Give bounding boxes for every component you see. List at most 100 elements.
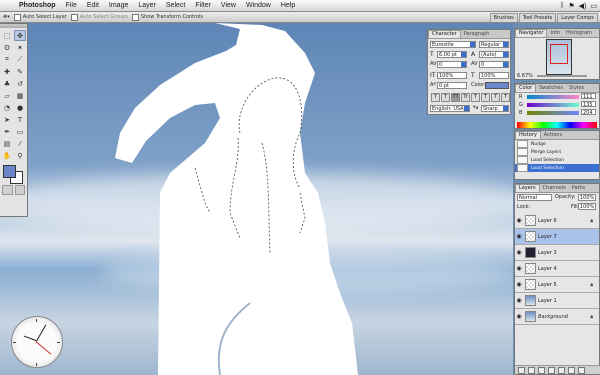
subscript-button[interactable]: T — [481, 93, 490, 102]
layer-row[interactable]: ◉ Layer 1 — [515, 293, 599, 309]
tab-navigator[interactable]: Navigator — [515, 29, 548, 37]
lasso-tool-icon[interactable]: ʘ — [1, 42, 13, 53]
history-state-current[interactable]: Load Selection — [515, 164, 599, 172]
faux-bold-button[interactable]: T — [431, 93, 440, 102]
hand-tool-icon[interactable]: ✋ — [1, 150, 13, 161]
clone-stamp-tool-icon[interactable]: ♣ — [1, 78, 13, 89]
type-tool-icon[interactable]: T — [14, 114, 26, 125]
superscript-button[interactable]: T — [471, 93, 480, 102]
fill-field[interactable]: 100% — [578, 203, 596, 210]
well-brushes[interactable]: Brushes — [489, 12, 518, 22]
flag-icon[interactable]: ⚑ — [568, 2, 574, 10]
blend-mode-select[interactable]: Normal — [517, 194, 552, 201]
leading-field[interactable]: (Auto) — [479, 51, 509, 58]
layer-row[interactable]: ◉ Layer 5 🔒︎ — [515, 277, 599, 293]
history-state[interactable]: Load Selection — [515, 156, 599, 164]
anti-alias-select[interactable]: Sharp — [481, 105, 509, 112]
layer-row[interactable]: ◉ Layer 6 🔒︎ — [515, 213, 599, 229]
volume-icon[interactable]: ◀) — [579, 2, 587, 10]
zoom-tool-icon[interactable]: ⚲ — [14, 150, 26, 161]
underline-button[interactable]: T — [491, 93, 500, 102]
tab-color[interactable]: Color — [515, 84, 537, 92]
eye-icon[interactable]: ◉ — [515, 281, 523, 288]
tab-paths[interactable]: Paths — [569, 185, 589, 192]
vertical-scale-field[interactable]: 100% — [437, 72, 467, 79]
history-brush-source-box[interactable] — [517, 148, 528, 156]
menu-edit[interactable]: Edit — [82, 2, 104, 9]
show-transform-checkbox[interactable] — [131, 13, 139, 21]
layer-row[interactable]: ◉ Layer 3 — [515, 245, 599, 261]
menu-layer[interactable]: Layer — [133, 2, 161, 9]
tab-paragraph[interactable]: Paragraph — [461, 31, 493, 38]
tab-character[interactable]: Character — [428, 30, 461, 38]
tab-histogram[interactable]: Histogram — [563, 30, 595, 37]
red-slider[interactable] — [527, 95, 579, 99]
text-color-swatch[interactable] — [485, 82, 509, 89]
layer-style-icon[interactable] — [528, 366, 535, 374]
menu-help[interactable]: Help — [276, 2, 300, 9]
tab-styles[interactable]: Styles — [566, 85, 587, 92]
layer-row-selected[interactable]: ◉ Layer 7 — [515, 229, 599, 245]
faux-italic-button[interactable]: T — [441, 93, 450, 102]
shape-tool-icon[interactable]: ▭ — [14, 126, 26, 137]
tab-actions[interactable]: Actions — [541, 132, 565, 139]
bluetooth-icon[interactable]: ᛒ — [560, 2, 564, 9]
kerning-field[interactable]: 0 — [437, 61, 467, 68]
move-tool-preset-icon[interactable]: ✥▾ — [3, 14, 10, 20]
navigator-view-box[interactable] — [550, 44, 568, 64]
path-selection-tool-icon[interactable]: ➤ — [1, 114, 13, 125]
layer-row[interactable]: ◉ Layer 4 — [515, 261, 599, 277]
link-layers-icon[interactable] — [518, 366, 525, 374]
foreground-color-swatch[interactable] — [3, 165, 16, 178]
tab-swatches[interactable]: Swatches — [536, 85, 566, 92]
horizontal-scale-field[interactable]: 100% — [479, 72, 509, 79]
menu-filter[interactable]: Filter — [190, 2, 216, 9]
eye-icon[interactable]: ◉ — [515, 249, 523, 256]
font-style-select[interactable]: Regular — [479, 41, 509, 48]
history-brush-source-box[interactable] — [517, 164, 528, 172]
trash-icon[interactable] — [578, 366, 585, 374]
marquee-tool-icon[interactable]: ⬚ — [1, 30, 13, 41]
brush-tool-icon[interactable]: ✎ — [14, 66, 26, 77]
red-value[interactable]: 111 — [581, 93, 596, 100]
language-select[interactable]: English: USA — [430, 105, 470, 112]
history-brush-source-box[interactable] — [517, 140, 528, 148]
quick-mask-mode-icon[interactable] — [14, 185, 25, 195]
eye-icon[interactable]: ◉ — [515, 265, 523, 272]
adjustment-layer-icon[interactable] — [558, 366, 565, 374]
crop-tool-icon[interactable]: ⌗ — [1, 54, 13, 65]
layer-mask-icon[interactable] — [538, 366, 545, 374]
clock-widget[interactable] — [11, 316, 63, 368]
eyedropper-tool-icon[interactable]: ⁄ — [14, 138, 26, 149]
history-state[interactable]: Nudge — [515, 140, 599, 148]
eye-icon[interactable]: ◉ — [515, 297, 523, 304]
history-state[interactable]: Merge Layers — [515, 148, 599, 156]
history-brush-source-box[interactable] — [517, 156, 528, 164]
menu-image[interactable]: Image — [104, 2, 133, 9]
menu-photoshop[interactable]: Photoshop — [14, 2, 61, 9]
standard-mode-icon[interactable] — [2, 185, 13, 195]
font-family-select[interactable]: Eurostile — [430, 41, 476, 48]
well-tool-presets[interactable]: Tool Presets — [518, 12, 557, 22]
green-slider[interactable] — [527, 103, 579, 107]
well-layer-comps[interactable]: Layer Comps — [557, 12, 598, 22]
menu-file[interactable]: File — [61, 2, 82, 9]
blue-value[interactable]: 204 — [581, 109, 596, 116]
navigator-zoom-slider[interactable] — [537, 75, 587, 77]
new-group-icon[interactable] — [548, 366, 555, 374]
show-transform-option[interactable]: Show Transform Controls — [131, 13, 203, 21]
tab-layers[interactable]: Layers — [515, 184, 540, 192]
small-caps-button[interactable]: Tr — [461, 93, 470, 102]
auto-select-groups-option[interactable]: Auto Select Groups — [70, 13, 128, 21]
eye-icon[interactable]: ◉ — [515, 313, 523, 320]
navigator-thumbnail[interactable] — [546, 39, 572, 75]
menu-select[interactable]: Select — [161, 2, 190, 9]
magic-wand-tool-icon[interactable]: ✶ — [14, 42, 26, 53]
auto-select-layer-option[interactable]: Auto Select Layer — [13, 13, 67, 21]
move-tool-icon[interactable]: ✥ — [14, 30, 26, 41]
font-size-field[interactable]: 6.00 pt — [437, 51, 467, 58]
navigator-zoom-value[interactable]: 6.67% — [517, 73, 533, 79]
slice-tool-icon[interactable]: ⟋ — [14, 54, 26, 65]
dodge-tool-icon[interactable]: ● — [14, 102, 26, 113]
auto-select-layer-checkbox[interactable] — [13, 13, 21, 21]
